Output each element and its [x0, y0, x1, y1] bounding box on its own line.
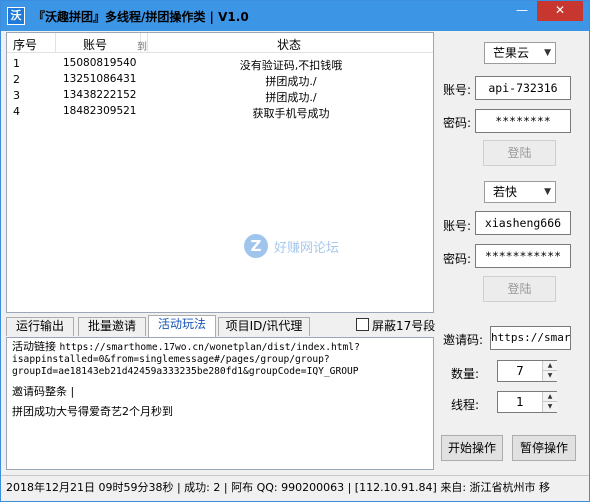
decrement-arrow-icon[interactable]: ▼: [542, 402, 557, 412]
row-account: 13438222152: [63, 89, 137, 101]
column-header-clipped[interactable]: 到: [137, 38, 147, 53]
chevron-down-icon: ▼: [544, 187, 551, 197]
row-number: 3: [13, 89, 20, 102]
table-row[interactable]: 4 18482309521 获取手机号成功: [7, 104, 433, 120]
password-label-1: 密码:: [443, 116, 472, 130]
invite-code-field[interactable]: https://smart: [490, 326, 571, 350]
decrement-arrow-icon[interactable]: ▼: [542, 371, 557, 381]
increment-arrow-icon[interactable]: ▲: [542, 361, 557, 371]
activity-link-label: 活动链接: [12, 341, 56, 353]
settings-panel: 芒果云 ▼ 账号: api-732316 密码: ******** 登陆 若快 …: [435, 32, 590, 472]
quantity-stepper[interactable]: 7 ▲ ▼: [497, 360, 557, 382]
quantity-value: 7: [516, 364, 524, 378]
tab-batch-invite[interactable]: 批量邀请: [78, 317, 146, 336]
captcha-platform-select-1[interactable]: 芒果云 ▼: [484, 42, 556, 64]
table-header: 序号 账号 到 状态: [7, 33, 433, 53]
watermark-logo-icon: Z: [244, 234, 268, 258]
password-field-2[interactable]: ***********: [475, 244, 571, 268]
activity-link-part2: isappinstalled=0&from=singlemessage#/pag…: [12, 354, 330, 365]
minimize-button[interactable]: —: [509, 1, 535, 21]
select-value: 若快: [493, 185, 518, 199]
column-separator: [147, 33, 148, 53]
row-number: 1: [13, 57, 20, 70]
row-account: 13251086431: [63, 73, 137, 85]
password-label-2: 密码:: [443, 252, 472, 266]
account-label-2: 账号:: [443, 219, 472, 233]
account-table[interactable]: 序号 账号 到 状态 1 15080819540 没有验证码,不扣钱哦 2 13…: [6, 32, 434, 313]
threads-value: 1: [516, 395, 524, 409]
row-account: 15080819540: [63, 57, 137, 69]
row-number: 4: [13, 105, 20, 118]
threads-stepper[interactable]: 1 ▲ ▼: [497, 391, 557, 413]
close-button[interactable]: ✕: [537, 1, 583, 21]
increment-arrow-icon[interactable]: ▲: [542, 392, 557, 402]
threads-label: 线程:: [451, 398, 480, 412]
tab-project-id-proxy[interactable]: 项目ID/讯代理: [218, 317, 310, 336]
row-status: 拼团成功./: [265, 91, 317, 104]
row-status: 没有验证码,不扣钱哦: [239, 59, 343, 72]
tab-run-output[interactable]: 运行输出: [6, 317, 74, 336]
login-button-2[interactable]: 登陆: [483, 276, 556, 302]
column-header-status[interactable]: 状态: [277, 36, 301, 53]
mask-17-checkbox[interactable]: [356, 318, 369, 331]
column-separator: [55, 33, 56, 53]
row-status: 拼团成功./: [265, 75, 317, 88]
chevron-down-icon: ▼: [544, 48, 551, 58]
start-button[interactable]: 开始操作: [441, 435, 503, 461]
forum-watermark: Z 好赚网论坛: [244, 234, 364, 262]
column-header-no[interactable]: 序号: [13, 36, 37, 53]
activity-link-part3: groupId=ae18143eb21d42459a333235be280fd1…: [12, 366, 359, 377]
mask-17-label[interactable]: 屏蔽17号段: [372, 317, 435, 334]
table-row[interactable]: 2 13251086431 拼团成功./: [7, 72, 433, 88]
activity-link-line: 活动链接 https://smarthome.17wo.cn/wonetplan…: [12, 341, 428, 354]
watermark-text: 好赚网论坛: [274, 241, 340, 256]
invite-note: 邀请码整条 |: [12, 386, 75, 398]
account-field-2[interactable]: xiasheng666: [475, 211, 571, 235]
login-button-1[interactable]: 登陆: [483, 140, 556, 166]
window-title: 『沃趣拼团』多线程/拼团操作类 | V1.0: [33, 10, 249, 24]
row-number: 2: [13, 73, 20, 86]
tab-bar: 运行输出 批量邀请 活动玩法 项目ID/讯代理 屏蔽17号段: [6, 315, 435, 337]
account-field-1[interactable]: api-732316: [475, 76, 571, 100]
password-field-1[interactable]: ********: [475, 109, 571, 133]
account-label-1: 账号:: [443, 83, 472, 97]
app-icon: 沃: [7, 7, 25, 25]
title-bar: 沃 『沃趣拼团』多线程/拼团操作类 | V1.0 — ✕: [1, 1, 589, 31]
row-account: 18482309521: [63, 105, 137, 117]
column-header-account[interactable]: 账号: [83, 36, 107, 53]
status-bar: 2018年12月21日 09时59分38秒 | 成功: 2 | 阿布 QQ: 9…: [1, 475, 589, 501]
table-row[interactable]: 3 13438222152 拼团成功./: [7, 88, 433, 104]
pause-button[interactable]: 暂停操作: [512, 435, 576, 461]
select-value: 芒果云: [493, 46, 530, 60]
table-row[interactable]: 1 15080819540 没有验证码,不扣钱哦: [7, 56, 433, 72]
main-window: 沃 『沃趣拼团』多线程/拼团操作类 | V1.0 — ✕ 序号 账号 到 状态 …: [0, 0, 590, 502]
tab-activity-play[interactable]: 活动玩法: [148, 315, 216, 337]
promo-text: 拼团成功大号得爱奇艺2个月秒到: [12, 406, 173, 418]
activity-link-part1: https://smarthome.17wo.cn/wonetplan/dist…: [59, 342, 360, 353]
row-status: 获取手机号成功: [252, 107, 330, 120]
invite-code-label: 邀请码:: [443, 333, 484, 347]
quantity-label: 数量:: [451, 367, 480, 381]
captcha-platform-select-2[interactable]: 若快 ▼: [484, 181, 556, 203]
activity-textarea[interactable]: 活动链接 https://smarthome.17wo.cn/wonetplan…: [6, 337, 434, 470]
